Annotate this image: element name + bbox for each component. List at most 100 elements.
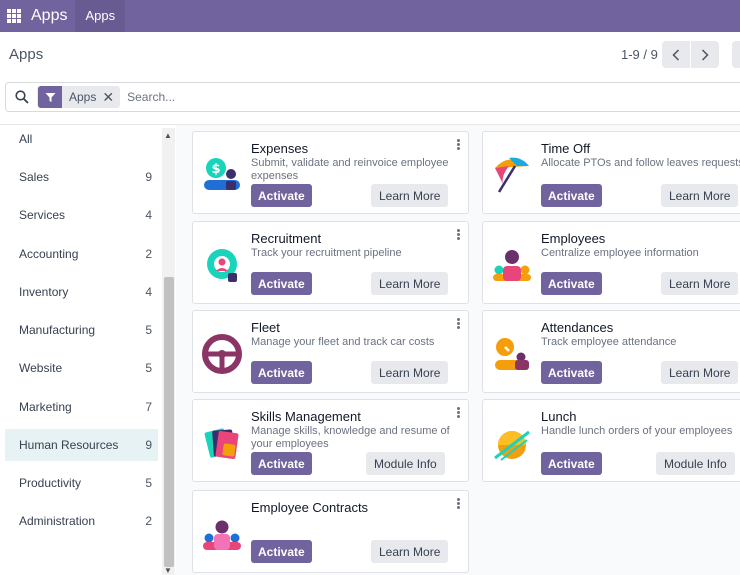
kebab-menu-icon[interactable] [457,318,460,329]
category-count: 5 [145,323,152,337]
search-facet: Apps ✕ [37,86,121,108]
category-services[interactable]: Services 4 [5,199,158,231]
kebab-menu-icon[interactable] [457,498,460,509]
app-card-employee-contracts[interactable]: Employee Contracts Activate Learn More [192,490,469,573]
category-label: All [19,132,33,146]
apps-kanban: $ Expenses Submit, validate and reinvoic… [176,125,740,575]
sidebar-scrollbar-thumb[interactable] [164,277,174,567]
learn-more-button[interactable]: Learn More [661,184,739,207]
close-icon[interactable]: ✕ [102,89,119,106]
app-name: Lunch [541,409,577,424]
activate-button[interactable]: Activate [251,540,312,563]
category-marketing[interactable]: Marketing 7 [5,391,158,423]
app-description: Handle lunch orders of your employees [541,425,733,437]
pager-previous-button[interactable] [662,41,690,68]
activate-button[interactable]: Activate [251,272,312,295]
category-count: 5 [145,361,152,375]
navbar-menu-apps[interactable]: Apps [75,0,126,32]
app-card-attendances[interactable]: Attendances Track employee attendance Ac… [482,310,740,393]
app-card-recruitment[interactable]: Recruitment Track your recruitment pipel… [192,221,469,304]
page-title: Apps [9,46,44,63]
chevron-right-icon [701,48,709,61]
top-navbar: Apps Apps [0,0,740,32]
app-name: Expenses [251,141,309,156]
scroll-down-arrow-icon[interactable]: ▼ [164,566,172,575]
app-name: Time Off [541,141,591,156]
category-label: Human Resources [19,438,119,452]
app-description: Track your recruitment pipeline [251,247,402,259]
pager-value[interactable]: 1-9 / 9 [621,47,658,62]
kebab-menu-icon[interactable] [457,229,460,240]
activate-button[interactable]: Activate [251,452,312,475]
learn-more-button[interactable]: Learn More [661,361,739,384]
category-manufacturing[interactable]: Manufacturing 5 [5,314,158,346]
filter-icon [38,86,62,108]
app-description: Centralize employee information [541,247,699,259]
app-card-skills-management[interactable]: Skills Management Manage skills, knowled… [192,399,469,482]
search-bar: Apps ✕ [5,82,740,112]
category-website[interactable]: Website 5 [5,352,158,384]
learn-more-button[interactable]: Learn More [371,272,449,295]
app-name: Employees [541,231,606,246]
app-card-time-off[interactable]: Time Off Allocate PTOs and follow leaves… [482,131,740,214]
category-count: 2 [145,247,152,261]
activate-button[interactable]: Activate [541,272,602,295]
app-card-fleet[interactable]: Fleet Manage your fleet and track car co… [192,310,469,393]
category-count: 5 [145,476,152,490]
category-label: Website [19,361,63,375]
lunch-icon [494,430,530,461]
kebab-menu-icon[interactable] [457,407,460,418]
category-sidebar: All Sales 9 Services 4 Accounting 2 Inve… [0,125,176,575]
category-label: Sales [19,170,50,184]
activate-button[interactable]: Activate [251,361,312,384]
search-icon[interactable] [15,90,29,104]
app-name: Employee Contracts [251,500,369,515]
category-accounting[interactable]: Accounting 2 [5,238,158,270]
category-count: 9 [145,438,152,452]
app-name: Recruitment [251,231,322,246]
kebab-menu-icon[interactable] [457,139,460,150]
module-info-button[interactable]: Module Info [656,452,735,475]
activate-button[interactable]: Activate [541,452,602,475]
category-label: Manufacturing [19,323,96,337]
svg-text:$: $ [211,162,220,177]
app-card-expenses[interactable]: $ Expenses Submit, validate and reinvoic… [192,131,469,214]
navbar-brand[interactable]: Apps [31,7,67,25]
app-description: Manage your fleet and track car costs [251,336,435,348]
pager-next-button[interactable] [691,41,719,68]
category-label: Accounting [19,247,79,261]
search-facet-label: Apps [69,90,97,104]
attendances-icon [495,338,529,370]
category-productivity[interactable]: Productivity 5 [5,467,158,499]
search-input[interactable] [127,90,428,104]
app-name: Skills Management [251,409,361,424]
category-administration[interactable]: Administration 2 [5,505,158,537]
category-label: Inventory [19,285,69,299]
category-sales[interactable]: Sales 9 [5,161,158,193]
category-all[interactable]: All [5,123,158,155]
category-count: 4 [145,208,152,222]
activate-button[interactable]: Activate [541,361,602,384]
learn-more-button[interactable]: Learn More [661,272,739,295]
app-card-lunch[interactable]: Lunch Handle lunch orders of your employ… [482,399,740,482]
expenses-icon: $ [204,158,240,190]
app-grid-icon[interactable] [7,9,21,23]
employees-icon [493,250,531,281]
time-off-icon [495,157,529,193]
learn-more-button[interactable]: Learn More [371,361,449,384]
app-card-employees[interactable]: Employees Centralize employee informatio… [482,221,740,304]
activate-button[interactable]: Activate [541,184,602,207]
module-info-button[interactable]: Module Info [366,452,445,475]
learn-more-button[interactable]: Learn More [371,184,449,207]
learn-more-button[interactable]: Learn More [371,540,449,563]
app-description: Allocate PTOs and follow leaves requests [541,157,740,169]
category-count: 9 [145,170,152,184]
scroll-up-arrow-icon[interactable]: ▲ [164,131,172,140]
activate-button[interactable]: Activate [251,184,312,207]
category-label: Marketing [19,400,72,414]
app-name: Attendances [541,320,614,335]
category-human-resources[interactable]: Human Resources 9 [5,429,158,461]
app-description: Track employee attendance [541,336,677,348]
view-switcher-button[interactable] [732,41,740,68]
category-inventory[interactable]: Inventory 4 [5,276,158,308]
